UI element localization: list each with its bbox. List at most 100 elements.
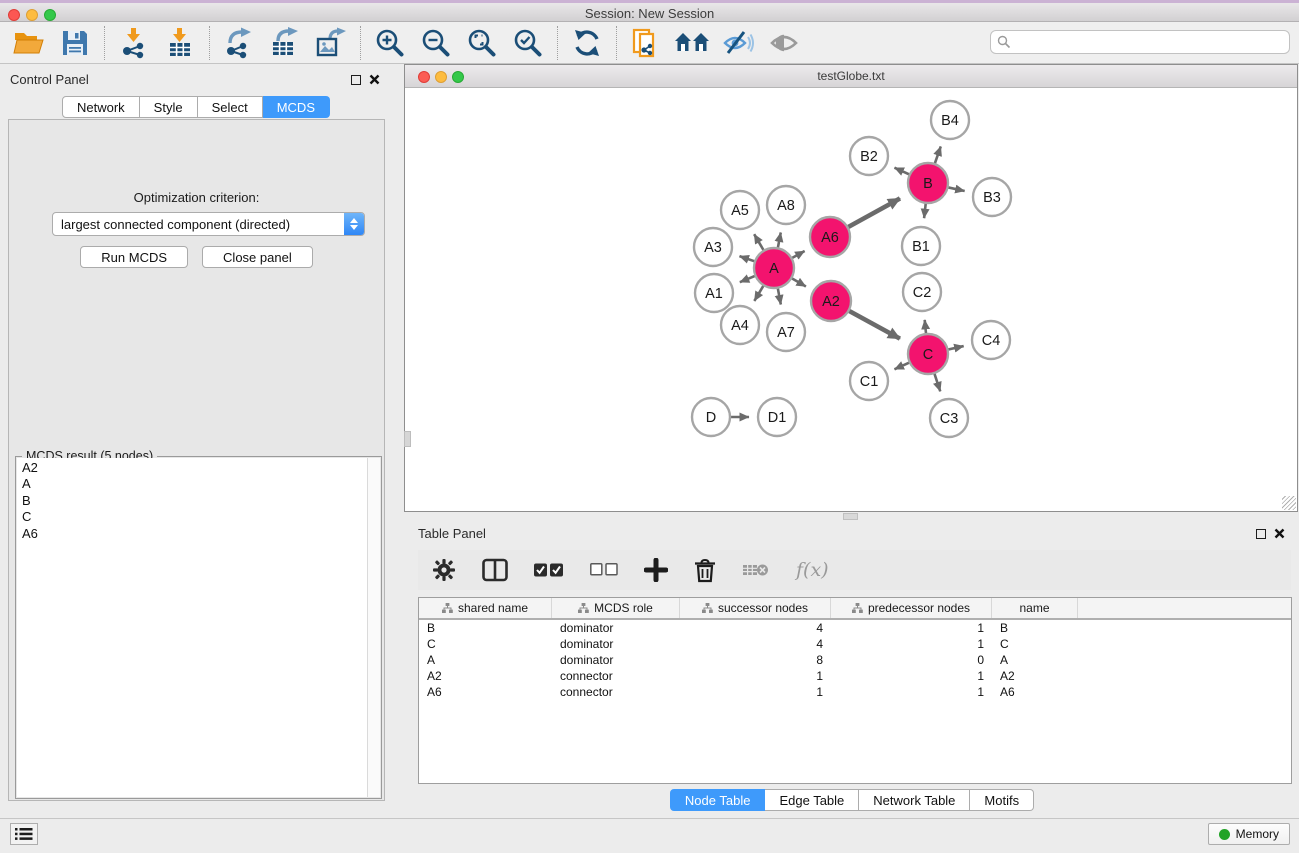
column-header-successor-nodes[interactable]: successor nodes	[680, 598, 831, 618]
zoom-out-icon[interactable]	[417, 25, 455, 61]
zoom-fit-icon[interactable]	[463, 25, 501, 61]
cell-MCDS-role[interactable]: connector	[552, 685, 680, 699]
edge-A-A1[interactable]	[740, 275, 757, 282]
edge-A-A4[interactable]	[754, 284, 764, 301]
table-row[interactable]: A2connector11A2	[419, 668, 1291, 684]
show-details-icon[interactable]	[765, 25, 803, 61]
delete-column-icon[interactable]	[694, 558, 716, 583]
cell-successor-nodes[interactable]: 1	[680, 669, 831, 683]
cell-MCDS-role[interactable]: dominator	[552, 621, 680, 635]
cell-shared-name[interactable]: A6	[419, 685, 552, 699]
cell-shared-name[interactable]: B	[419, 621, 552, 635]
edge-A-A5[interactable]	[754, 234, 764, 251]
edge-C-C4[interactable]	[947, 346, 964, 350]
mcds-result-list[interactable]: A2ABCA6	[17, 458, 367, 797]
network-canvas[interactable]: AA1A2A3A4A5A6A7A8BB1B2B3B4CC1C2C3C4DD1	[405, 88, 1297, 511]
cell-name[interactable]: A	[992, 653, 1078, 667]
table-row[interactable]: A6connector11A6	[419, 684, 1291, 700]
run-mcds-button[interactable]: Run MCDS	[80, 246, 188, 268]
deselect-all-columns-icon[interactable]	[590, 563, 618, 577]
cell-successor-nodes[interactable]: 8	[680, 653, 831, 667]
close-panel-button[interactable]: Close panel	[202, 246, 313, 268]
edge-B-B3[interactable]	[947, 187, 965, 191]
function-builder-icon[interactable]: f(x)	[796, 559, 829, 581]
mcds-result-item[interactable]: C	[22, 509, 367, 525]
node-table[interactable]: shared nameMCDS rolesuccessor nodesprede…	[418, 597, 1292, 784]
column-header-shared-name[interactable]: shared name	[419, 598, 552, 618]
table-row[interactable]: Adominator80A	[419, 652, 1291, 668]
home-icon[interactable]	[673, 25, 711, 61]
zoom-selected-icon[interactable]	[509, 25, 547, 61]
memory-button[interactable]: Memory	[1208, 823, 1290, 845]
edge-A-A6[interactable]	[791, 251, 805, 259]
close-panel-icon[interactable]	[369, 74, 380, 85]
cell-successor-nodes[interactable]: 4	[680, 621, 831, 635]
edge-C-C3[interactable]	[934, 372, 940, 391]
edge-A-A3[interactable]	[739, 256, 756, 262]
cell-shared-name[interactable]: C	[419, 637, 552, 651]
cell-predecessor-nodes[interactable]: 1	[831, 669, 992, 683]
column-view-icon[interactable]	[482, 558, 508, 582]
tab-node-table[interactable]: Node Table	[670, 789, 766, 811]
float-panel-icon[interactable]	[351, 75, 361, 85]
edge-B-B1[interactable]	[924, 202, 926, 218]
delete-table-icon[interactable]	[742, 561, 770, 579]
task-history-button[interactable]	[10, 823, 38, 845]
edge-A6-B[interactable]	[847, 198, 900, 227]
export-table-icon[interactable]	[266, 25, 304, 61]
tab-motifs[interactable]: Motifs	[970, 789, 1034, 811]
tab-mcds[interactable]: MCDS	[263, 96, 330, 118]
tab-network-table[interactable]: Network Table	[859, 789, 970, 811]
cell-MCDS-role[interactable]: connector	[552, 669, 680, 683]
hide-details-icon[interactable]	[719, 25, 757, 61]
edge-C-C2[interactable]	[925, 320, 926, 335]
column-header-MCDS-role[interactable]: MCDS role	[552, 598, 680, 618]
cell-name[interactable]: A6	[992, 685, 1078, 699]
tab-style[interactable]: Style	[140, 96, 198, 118]
edge-A2-C[interactable]	[848, 310, 900, 339]
settings-gear-icon[interactable]	[432, 558, 456, 582]
edge-B-B2[interactable]	[894, 168, 910, 175]
cell-predecessor-nodes[interactable]: 1	[831, 621, 992, 635]
cell-successor-nodes[interactable]: 4	[680, 637, 831, 651]
network-from-selection-icon[interactable]	[627, 25, 665, 61]
cell-name[interactable]: B	[992, 621, 1078, 635]
network-vertical-scroll-nub[interactable]	[404, 431, 411, 447]
search-input[interactable]	[1011, 35, 1289, 49]
zoom-in-icon[interactable]	[371, 25, 409, 61]
edge-B-B4[interactable]	[934, 146, 941, 165]
column-header-name[interactable]: name	[992, 598, 1078, 618]
table-row[interactable]: Bdominator41B	[419, 620, 1291, 636]
network-window-titlebar[interactable]: testGlobe.txt	[405, 65, 1297, 88]
cell-predecessor-nodes[interactable]: 1	[831, 685, 992, 699]
cell-successor-nodes[interactable]: 1	[680, 685, 831, 699]
cell-shared-name[interactable]: A2	[419, 669, 552, 683]
cell-MCDS-role[interactable]: dominator	[552, 637, 680, 651]
import-table-icon[interactable]	[161, 25, 199, 61]
tab-network[interactable]: Network	[62, 96, 140, 118]
add-column-icon[interactable]	[644, 558, 668, 582]
save-session-icon[interactable]	[56, 25, 94, 61]
edge-C-C1[interactable]	[894, 362, 910, 369]
table-row[interactable]: Cdominator41C	[419, 636, 1291, 652]
refresh-icon[interactable]	[568, 25, 606, 61]
edge-A-A8[interactable]	[778, 233, 781, 250]
select-all-columns-icon[interactable]	[534, 562, 564, 578]
horizontal-splitter-handle[interactable]	[843, 513, 858, 520]
import-network-icon[interactable]	[115, 25, 153, 61]
open-session-icon[interactable]	[10, 25, 48, 61]
export-image-icon[interactable]	[312, 25, 350, 61]
cell-shared-name[interactable]: A	[419, 653, 552, 667]
float-table-panel-icon[interactable]	[1256, 529, 1266, 539]
cell-predecessor-nodes[interactable]: 1	[831, 637, 992, 651]
mcds-result-item[interactable]: A2	[22, 460, 367, 476]
mcds-result-scrollbar[interactable]	[367, 458, 380, 797]
cell-predecessor-nodes[interactable]: 0	[831, 653, 992, 667]
cell-name[interactable]: A2	[992, 669, 1078, 683]
mcds-result-item[interactable]: B	[22, 493, 367, 509]
cell-MCDS-role[interactable]: dominator	[552, 653, 680, 667]
export-network-icon[interactable]	[220, 25, 258, 61]
mcds-result-item[interactable]: A	[22, 476, 367, 492]
cell-name[interactable]: C	[992, 637, 1078, 651]
criterion-dropdown[interactable]: largest connected component (directed)	[52, 212, 365, 236]
